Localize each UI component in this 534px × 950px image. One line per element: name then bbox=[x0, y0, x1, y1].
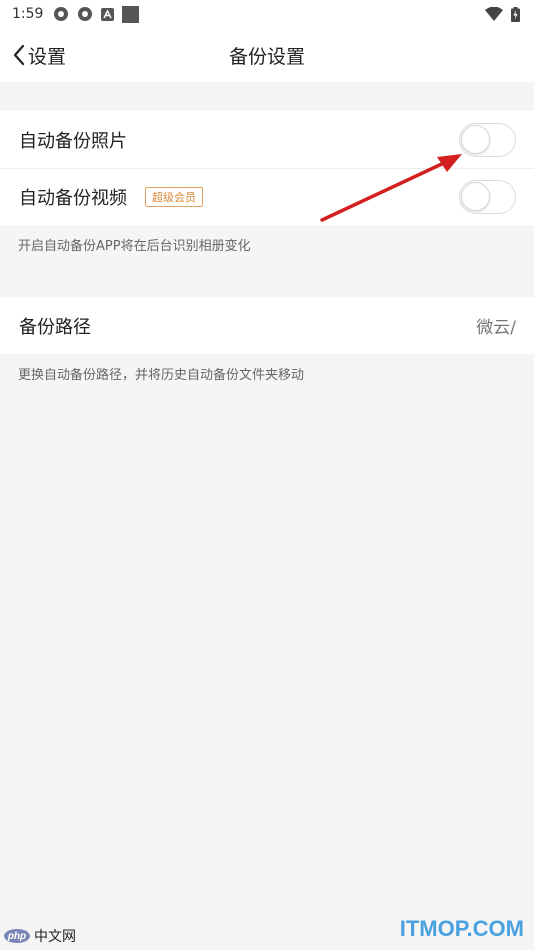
php-watermark-text: 中文网 bbox=[34, 928, 76, 944]
notification-aperture-icon bbox=[78, 7, 93, 21]
chevron-left-icon bbox=[13, 44, 25, 66]
itmop-watermark: ITMOP.COM bbox=[399, 916, 524, 941]
auto-backup-photos-row[interactable]: 自动备份照片 bbox=[0, 111, 534, 168]
notification-a-icon bbox=[101, 7, 115, 21]
php-watermark: php 中文网 bbox=[4, 926, 76, 946]
toggle-knob bbox=[461, 182, 490, 211]
back-button[interactable]: 设置 bbox=[0, 28, 66, 82]
backup-path-value: 微云/ bbox=[476, 318, 516, 338]
notification-aperture-icon bbox=[54, 7, 69, 21]
auto-backup-photos-toggle[interactable] bbox=[459, 122, 516, 157]
status-time: 1:59 bbox=[12, 6, 44, 22]
backup-path-label: 备份路径 bbox=[19, 316, 91, 338]
back-button-label: 设置 bbox=[28, 45, 67, 68]
php-logo: php bbox=[4, 929, 30, 943]
auto-backup-videos-label: 自动备份视频 bbox=[19, 188, 127, 209]
toggle-knob bbox=[461, 124, 490, 154]
auto-backup-photos-label: 自动备份照片 bbox=[19, 130, 127, 152]
nav-bar: 设置 备份设置 bbox=[0, 28, 534, 82]
status-bar: 1:59 bbox=[0, 0, 534, 28]
backup-path-hint: 更换自动备份路径，并将历史自动备份文件夹移动 bbox=[18, 368, 305, 383]
page-title: 备份设置 bbox=[228, 45, 305, 68]
notification-square-icon bbox=[122, 5, 140, 23]
auto-backup-hint: 开启自动备份APP将在后台识别相册变化 bbox=[18, 239, 251, 254]
auto-backup-videos-row[interactable]: 自动备份视频 超级会员 bbox=[0, 168, 534, 225]
battery-icon bbox=[511, 6, 520, 22]
backup-path-row[interactable]: 备份路径 微云/ bbox=[0, 297, 534, 354]
auto-backup-videos-toggle[interactable] bbox=[459, 180, 516, 214]
wifi-icon bbox=[485, 7, 503, 21]
super-member-badge: 超级会员 bbox=[145, 187, 203, 207]
